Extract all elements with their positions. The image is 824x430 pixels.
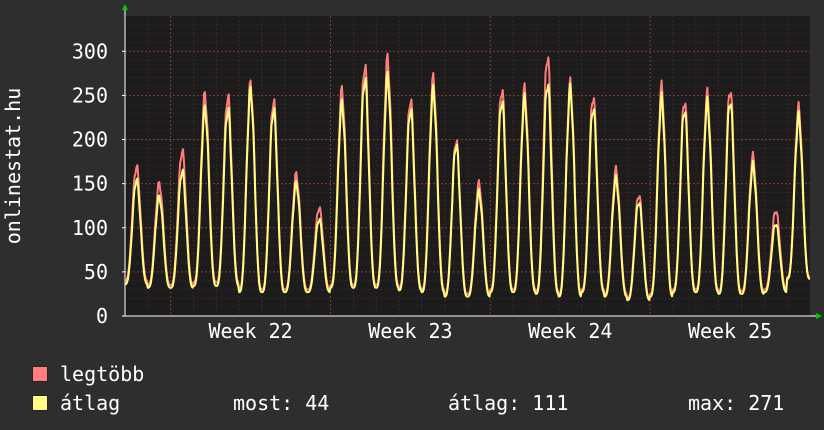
y-tick-label: 200	[72, 128, 108, 152]
y-tick-labels: 0 50 100 150 200 250 300	[72, 39, 125, 328]
y-axis-label: onlinestat.hu	[1, 88, 25, 245]
stat-most: most: 44	[233, 391, 330, 415]
x-tick-label: Week 24	[528, 319, 612, 343]
x-tick-label: Week 25	[688, 319, 772, 343]
legend-swatch-legtobb	[32, 366, 48, 382]
legend-item-atlag: átlag	[32, 392, 120, 414]
x-tick-label: Week 23	[368, 319, 452, 343]
x-tick-label: Week 22	[208, 319, 292, 343]
y-tick-label: 300	[72, 39, 108, 63]
y-tick-label: 100	[72, 216, 108, 240]
legend-label-legtobb: legtöbb	[60, 362, 145, 386]
y-axis-arrow	[122, 4, 128, 10]
stat-atlag: átlag: 111	[448, 391, 569, 415]
x-axis-arrow	[816, 313, 822, 319]
y-tick-label: 50	[84, 260, 108, 284]
legend-item-legtobb: legtöbb	[32, 363, 144, 385]
legend-label-atlag: átlag	[60, 391, 121, 415]
y-tick-label: 0	[96, 304, 108, 328]
x-tick-labels: Week 22 Week 23 Week 24 Week 25	[208, 319, 772, 343]
y-tick-label: 150	[72, 172, 108, 196]
stat-max: max: 271	[688, 391, 785, 415]
legend-swatch-atlag	[32, 395, 48, 411]
y-tick-label: 250	[72, 83, 108, 107]
